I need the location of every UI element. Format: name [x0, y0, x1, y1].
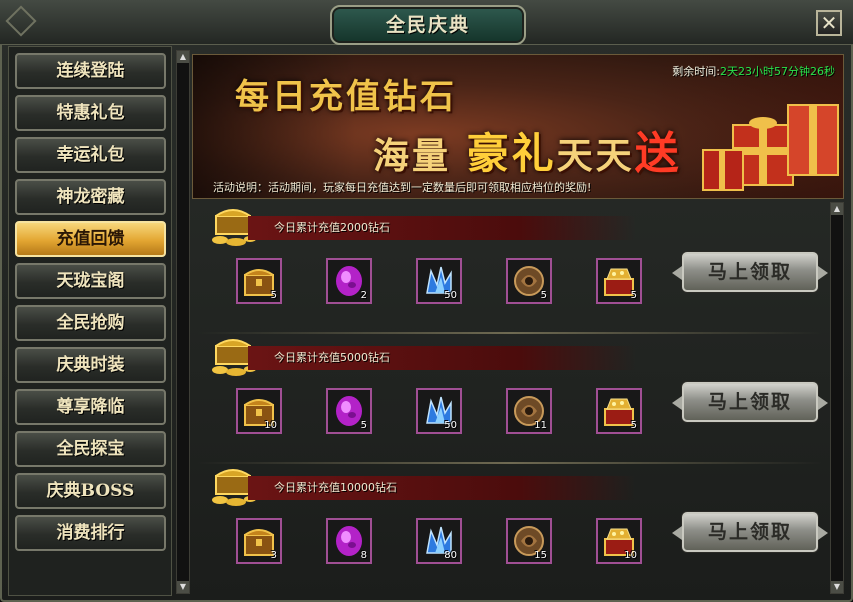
banner-title-part-c: 天天: [556, 135, 635, 177]
scroll-up-arrow-icon[interactable]: ▲: [177, 51, 189, 63]
claim-button-label: 马上领取: [707, 261, 792, 283]
arrow-left-icon: [672, 266, 682, 280]
claim-button-label: 马上领取: [707, 391, 792, 413]
sidebar-item-boss[interactable]: 庆典BOSS: [15, 473, 166, 509]
arrow-right-icon: [818, 266, 828, 280]
reward-slot[interactable]: 80: [416, 518, 462, 564]
reward-quantity: 50: [444, 420, 457, 431]
reward-quantity: 5: [630, 290, 637, 301]
sidebar-item-special-pack[interactable]: 特惠礼包: [15, 95, 166, 131]
reward-slot[interactable]: 50: [416, 388, 462, 434]
sidebar-item-spend-rank[interactable]: 消费排行: [15, 515, 166, 551]
banner-title-part-b: 豪礼: [466, 129, 557, 178]
banner-title-line1: 每日充值钻石: [235, 77, 457, 117]
reward-slot[interactable]: 15: [506, 518, 552, 564]
tier-heading: 今日累计充值10000钻石: [248, 476, 636, 500]
sidebar-item-login[interactable]: 连续登陆: [15, 53, 166, 89]
scroll-up-arrow-icon[interactable]: ▲: [831, 203, 843, 215]
reward-quantity: 2: [360, 290, 367, 301]
reward-quantity: 8: [360, 550, 367, 561]
reward-quantity: 10: [624, 550, 637, 561]
claim-button-label: 马上领取: [707, 521, 792, 543]
arrow-right-icon: [818, 396, 828, 410]
row-divider: [198, 332, 822, 334]
reward-tier-list: 今日累计充值2000钻石 5 2 50 5 5 马上领取 今日累计充值5000钻石 10 5 50 1…: [192, 202, 828, 594]
tier-heading: 今日累计充值5000钻石: [248, 346, 636, 370]
reward-tier-row: 今日累计充值2000钻石 5 2 50 5 5 马上领取: [192, 202, 828, 330]
reward-quantity: 5: [360, 420, 367, 431]
arrow-right-icon: [818, 526, 828, 540]
activity-description-text: 活动期间，玩家每日充值达到一定数量后即可领取相应档位的奖励!: [268, 181, 592, 194]
close-button[interactable]: ✕: [816, 10, 842, 36]
countdown-timer: 剩余时间:2天23小时57分钟26秒: [672, 63, 835, 79]
reward-quantity: 5: [540, 290, 547, 301]
countdown-label: 剩余时间:: [672, 65, 720, 78]
reward-slot[interactable]: 2: [326, 258, 372, 304]
claim-reward-button[interactable]: 马上领取: [672, 512, 828, 552]
countdown-value: 2天23小时57分钟26秒: [720, 65, 835, 78]
title-bar: 全民庆典 ✕: [0, 0, 853, 45]
sidebar-item-costume[interactable]: 庆典时装: [15, 347, 166, 383]
reward-slot[interactable]: 50: [416, 258, 462, 304]
arrow-left-icon: [672, 396, 682, 410]
sidebar-item-vip-arrival[interactable]: 尊享降临: [15, 389, 166, 425]
sidebar-item-treasure-pavilion[interactable]: 天珑宝阁: [15, 263, 166, 299]
reward-slot[interactable]: 5: [596, 258, 642, 304]
reward-quantity: 5: [270, 290, 277, 301]
reward-slot[interactable]: 5: [596, 388, 642, 434]
reward-slot[interactable]: 11: [506, 388, 552, 434]
reward-quantity: 10: [264, 420, 277, 431]
sidebar-item-lucky-pack[interactable]: 幸运礼包: [15, 137, 166, 173]
sidebar-item-recharge-reward[interactable]: 充值回馈: [15, 221, 166, 257]
row-divider: [198, 462, 822, 464]
sidebar-item-dragon-hoard[interactable]: 神龙密藏: [15, 179, 166, 215]
reward-tier-row: 今日累计充值5000钻石 10 5 50 11 5 马上领取: [192, 332, 828, 460]
activity-description-label: 活动说明：: [213, 181, 268, 194]
tier-heading: 今日累计充值2000钻石: [248, 216, 636, 240]
reward-slot[interactable]: 10: [236, 388, 282, 434]
event-banner: 剩余时间:2天23小时57分钟26秒 每日充值钻石 海量 豪礼天天送 活动说明：…: [192, 54, 844, 199]
reward-quantity: 15: [534, 550, 547, 561]
banner-title-part-a: 海量: [373, 135, 452, 177]
reward-slot[interactable]: 10: [596, 518, 642, 564]
reward-quantity: 3: [270, 550, 277, 561]
claim-reward-button[interactable]: 马上领取: [672, 382, 828, 422]
reward-tier-row: 今日累计充值10000钻石 3 8 80 15 10 马上领取: [192, 462, 828, 590]
sidebar-item-treasure-hunt[interactable]: 全民探宝: [15, 431, 166, 467]
scroll-down-arrow-icon[interactable]: ▼: [177, 581, 189, 593]
title-plate: 全民庆典: [330, 5, 526, 45]
corner-ornament-left: [5, 5, 37, 37]
gift-boxes-illustration: [702, 104, 839, 191]
window-title: 全民庆典: [385, 14, 470, 36]
sidebar: 连续登陆 特惠礼包 幸运礼包 神龙密藏 充值回馈 天珑宝阁 全民抢购 庆典时装 …: [8, 46, 172, 596]
sidebar-item-flash-sale[interactable]: 全民抢购: [15, 305, 166, 341]
rewards-scrollbar[interactable]: ▲ ▼: [830, 202, 844, 594]
reward-slot[interactable]: 5: [506, 258, 552, 304]
reward-quantity: 11: [534, 420, 547, 431]
reward-quantity: 5: [630, 420, 637, 431]
sidebar-scrollbar[interactable]: ▲ ▼: [176, 50, 190, 594]
reward-slot[interactable]: 5: [236, 258, 282, 304]
scroll-down-arrow-icon[interactable]: ▼: [831, 581, 843, 593]
activity-description: 活动说明：活动期间，玩家每日充值达到一定数量后即可领取相应档位的奖励!: [213, 179, 591, 195]
claim-reward-button[interactable]: 马上领取: [672, 252, 828, 292]
reward-slot[interactable]: 8: [326, 518, 372, 564]
reward-quantity: 80: [444, 550, 457, 561]
arrow-left-icon: [672, 526, 682, 540]
reward-slot[interactable]: 5: [326, 388, 372, 434]
reward-quantity: 50: [444, 290, 457, 301]
banner-title-line2: 海量 豪礼天天送: [373, 117, 682, 181]
reward-slot[interactable]: 3: [236, 518, 282, 564]
banner-title-part-d: 送: [634, 128, 682, 179]
